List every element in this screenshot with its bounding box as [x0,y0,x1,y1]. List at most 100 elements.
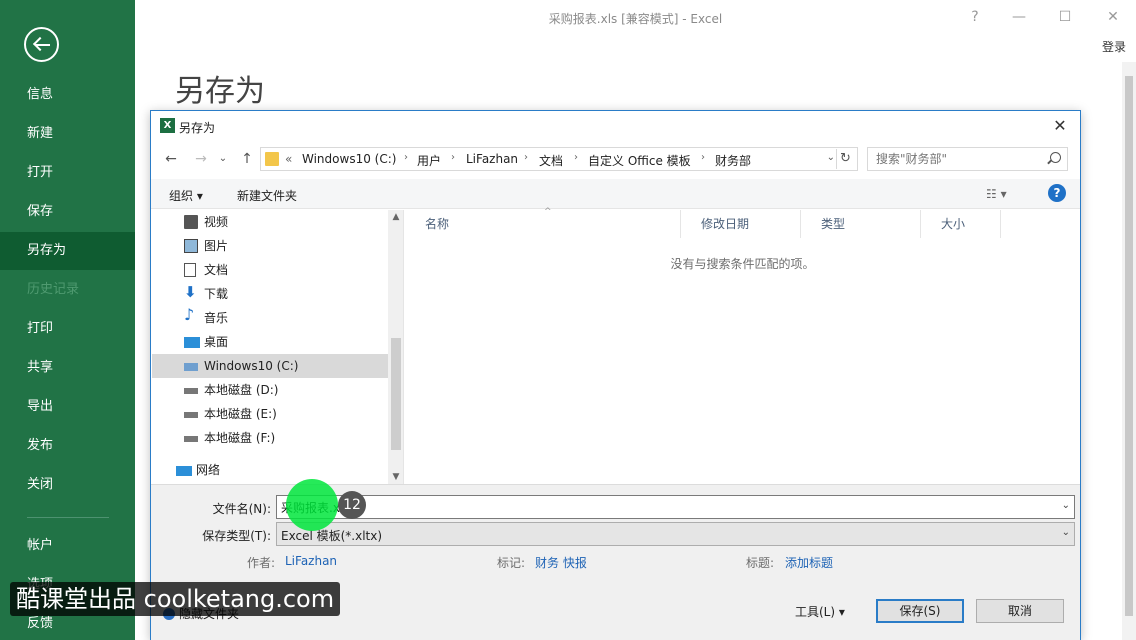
tree-label: 本地磁盘 (D:) [204,383,279,397]
filetype-select[interactable]: Excel 模板(*.xltx) ⌄ [276,522,1075,546]
recent-locations-chevron-icon[interactable]: ⌄ [213,149,233,169]
help-circle-icon[interactable]: ? [1048,184,1066,202]
scroll-up-icon[interactable]: ▲ [388,212,403,222]
breadcrumb-sep[interactable]: › [524,152,528,163]
nav-print[interactable]: 打印 [0,310,135,348]
tree-label: 图片 [204,239,229,253]
scroll-thumb[interactable] [1125,76,1133,616]
empty-list-message: 没有与搜索条件匹配的项。 [670,257,815,271]
backstage-sidebar: 信息 新建 打开 保存 另存为 历史记录 打印 共享 导出 发布 关闭 帐户 选… [0,0,135,640]
tree-item-drive-f[interactable]: 本地磁盘 (F:) [152,426,388,450]
tree-item-network[interactable]: 网络 [152,458,388,482]
tree-item-drive-c[interactable]: Windows10 (C:) [152,354,388,378]
network-icon [176,466,192,476]
nav-share[interactable]: 共享 [0,349,135,387]
tree-label: 文档 [204,263,229,277]
tree-label: 本地磁盘 (E:) [204,407,277,421]
author-value[interactable]: LiFazhan [285,554,337,568]
drive-icon [184,412,198,418]
refresh-icon[interactable]: ↻ [836,149,854,169]
backstage-scrollbar[interactable] [1122,62,1136,640]
organize-button[interactable]: 组织 ▾ [169,187,203,204]
tree-label: 视频 [204,215,229,229]
tree-label: 本地磁盘 (F:) [204,431,276,445]
tree-item-drive-d[interactable]: 本地磁盘 (D:) [152,378,388,402]
scroll-down-icon[interactable]: ▼ [388,472,403,482]
column-size[interactable]: 大小 [921,210,1001,238]
breadcrumb-finance[interactable]: 财务部 [715,152,751,169]
tree-item-desktop[interactable]: 桌面 [152,330,388,354]
tree-item-pictures[interactable]: 图片 [152,234,388,258]
maximize-icon[interactable]: ☐ [1050,6,1080,28]
nav-save[interactable]: 保存 [0,193,135,231]
search-input[interactable] [868,148,1043,170]
new-folder-button[interactable]: 新建文件夹 [237,187,297,204]
breadcrumb-overflow[interactable]: « [285,152,292,166]
nav-new[interactable]: 新建 [0,115,135,153]
view-options-icon[interactable]: ☷ ▾ [986,187,1007,201]
cursor-highlight [286,479,338,531]
minimize-icon[interactable]: — [1004,6,1034,28]
pictures-icon [184,239,198,253]
breadcrumb-drive-c[interactable]: Windows10 (C:) [302,152,396,166]
column-modified[interactable]: 修改日期 [681,210,801,238]
address-dropdown-icon[interactable]: ⌄ [827,152,835,163]
nav-publish[interactable]: 发布 [0,427,135,465]
help-icon[interactable]: ? [960,6,990,28]
column-name[interactable]: 名称 [405,210,681,238]
search-icon[interactable] [1050,152,1061,163]
filetype-label: 保存类型(T): [202,529,271,543]
back-icon[interactable]: ← [161,149,181,169]
back-arrow-icon[interactable] [24,27,59,62]
documents-icon [184,263,196,277]
breadcrumb-sep[interactable]: › [701,152,705,163]
search-box[interactable] [867,147,1068,171]
tools-menu-button[interactable]: 工具(L) ▾ [795,603,845,620]
tree-label: 下载 [204,287,229,301]
login-link[interactable]: 登录 [1102,38,1126,55]
column-type[interactable]: 类型 [801,210,921,238]
up-icon[interactable]: ↑ [237,149,257,169]
filename-label: 文件名(N): [212,502,271,516]
nav-account[interactable]: 帐户 [0,527,135,565]
cancel-button[interactable]: 取消 [976,599,1064,623]
breadcrumb-sep[interactable]: › [451,152,455,163]
breadcrumb-user[interactable]: LiFazhan [466,152,518,166]
page-title: 另存为 [175,74,265,109]
nav-close[interactable]: 关闭 [0,466,135,504]
chevron-down-icon[interactable]: ⌄ [1062,500,1070,511]
save-as-dialog: X 另存为 ✕ ← → ⌄ ↑ « Windows10 (C:) › 用户 › … [150,110,1081,640]
scroll-thumb[interactable] [391,338,401,450]
nav-open[interactable]: 打开 [0,154,135,192]
breadcrumb-sep[interactable]: › [574,152,578,163]
breadcrumb-sep[interactable]: › [404,152,408,163]
breadcrumb-templates[interactable]: 自定义 Office 模板 [588,152,691,169]
breadcrumb-users[interactable]: 用户 [417,152,441,169]
video-icon [184,215,198,229]
tags-value[interactable]: 财务 快报 [535,554,587,571]
filename-input[interactable] [277,496,1047,518]
close-window-icon[interactable]: ✕ [1098,6,1128,28]
address-bar[interactable]: « Windows10 (C:) › 用户 › LiFazhan › 文档 › … [260,147,858,171]
tree-item-videos[interactable]: 视频 [152,210,388,234]
chevron-down-icon[interactable]: ⌄ [1062,527,1070,538]
title-value[interactable]: 添加标题 [785,554,833,571]
tree-item-drive-e[interactable]: 本地磁盘 (E:) [152,402,388,426]
nav-export[interactable]: 导出 [0,388,135,426]
dialog-close-icon[interactable]: ✕ [1048,115,1072,137]
nav-save-as[interactable]: 另存为 [0,232,135,270]
tree-item-music[interactable]: ♪ 音乐 [152,306,388,330]
tree-label: Windows10 (C:) [204,359,299,373]
forward-icon[interactable]: → [191,149,211,169]
tree-item-downloads[interactable]: ⬇ 下载 [152,282,388,306]
nav-pane-scrollbar[interactable]: ▲ ▼ [388,210,403,484]
tags-label: 标记: [497,556,526,570]
tree-item-documents[interactable]: 文档 [152,258,388,282]
file-list[interactable]: ^ 名称 修改日期 类型 大小 没有与搜索条件匹配的项。 [405,207,1080,484]
save-button[interactable]: 保存(S) [876,599,964,623]
breadcrumb-documents[interactable]: 文档 [539,152,563,169]
filename-combobox[interactable]: ⌄ [276,495,1075,519]
download-icon: ⬇ [184,283,197,301]
nav-info[interactable]: 信息 [0,76,135,114]
title-label: 标题: [746,556,775,570]
